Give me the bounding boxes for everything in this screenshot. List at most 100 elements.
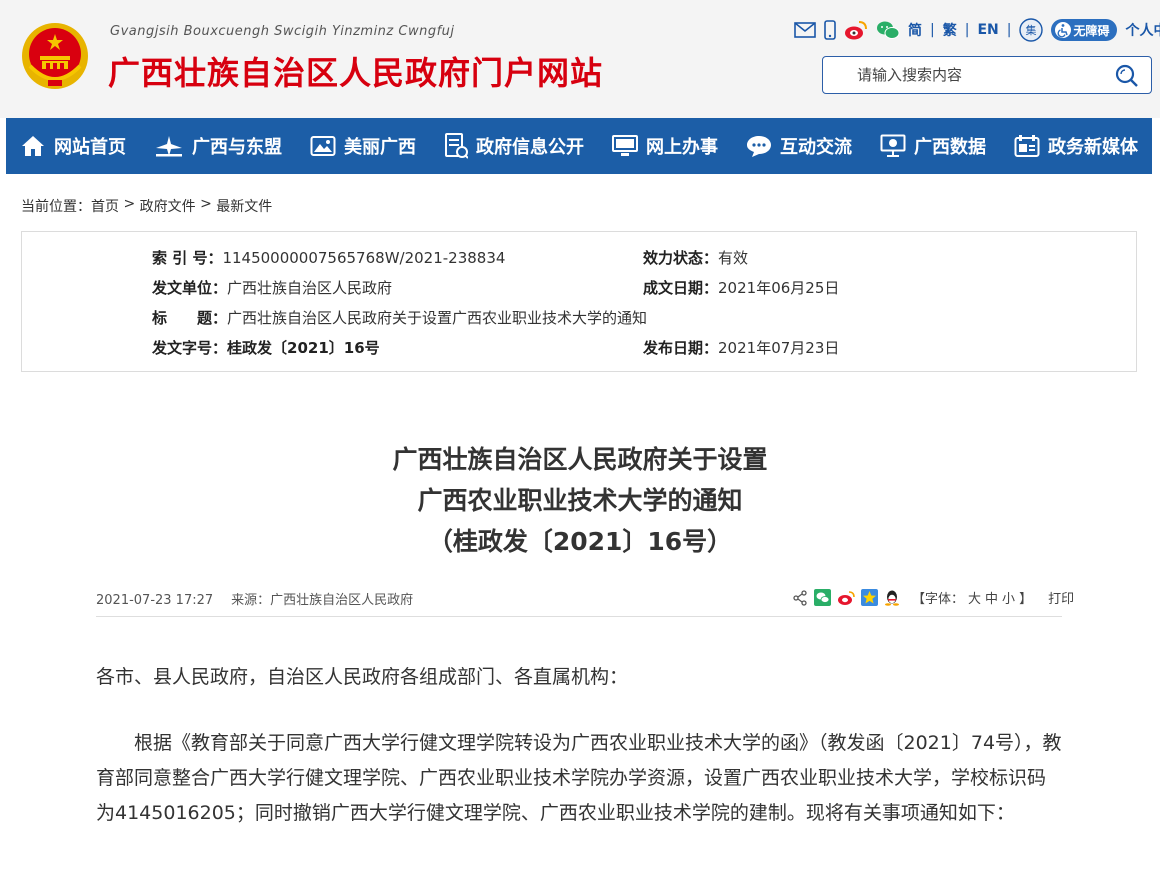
nav-item-online-services[interactable]: 网上办事 [612, 118, 718, 174]
meta-published-label: 发布日期： [643, 339, 718, 357]
monument-icon [154, 134, 184, 158]
font-size-medium[interactable]: 中 [985, 592, 998, 607]
meta-published: 发布日期：2021年07月23日 [643, 337, 839, 358]
lang-english-link[interactable]: EN [977, 22, 998, 38]
svg-text:集: 集 [1026, 23, 1037, 37]
separator: | [930, 22, 935, 38]
mobile-icon[interactable] [824, 20, 836, 40]
meta-issuer-value: 广西壮族自治区人民政府 [227, 279, 392, 297]
doc-info: 2021-07-23 17:27 来源：广西壮族自治区人民政府 [96, 589, 413, 608]
personal-center-link[interactable]: 个人中心 [1125, 20, 1160, 40]
weibo-icon[interactable] [844, 19, 868, 41]
meta-status-value: 有效 [718, 249, 748, 267]
landscape-icon [310, 135, 336, 157]
weibo-share-icon[interactable] [837, 590, 855, 606]
data-screen-icon [880, 134, 906, 158]
nav-item-asean[interactable]: 广西与东盟 [154, 118, 282, 174]
font-size-label: 【字体： [912, 592, 964, 607]
site-subtitle: Gvangjsih Bouxcuengh Swcigih Yinzminz Cw… [110, 24, 455, 39]
separator: | [965, 22, 970, 38]
meta-docno-label: 发文字号： [152, 339, 227, 357]
meta-index: 索 引 号：11450000007565768W/2021-238834 [152, 247, 505, 268]
nav-label: 政务新媒体 [1048, 133, 1138, 159]
meta-issuer-label: 发文单位： [152, 279, 227, 297]
search-icon[interactable] [1113, 62, 1141, 90]
nav-item-home[interactable]: 网站首页 [20, 118, 126, 174]
national-emblem-icon [20, 20, 90, 92]
search-box [822, 56, 1152, 94]
doc-title-line-2: 广西农业职业技术大学的通知 [0, 481, 1160, 517]
doc-title-line-3: （桂政发〔2021〕16号） [0, 522, 1160, 558]
meta-index-value: 11450000007565768W/2021-238834 [222, 249, 505, 267]
qzone-share-icon[interactable] [861, 589, 878, 606]
lang-traditional-link[interactable]: 繁 [943, 20, 957, 40]
meta-created-label: 成文日期： [643, 279, 718, 297]
nav-item-new-media[interactable]: 政务新媒体 [1014, 118, 1138, 174]
share-icon[interactable] [792, 590, 808, 606]
collection-icon[interactable]: 集 [1019, 18, 1043, 42]
meta-created: 成文日期：2021年06月25日 [643, 277, 839, 298]
search-input[interactable] [835, 63, 1105, 87]
meta-title: 标 题：广西壮族自治区人民政府关于设置广西农业职业技术大学的通知 [152, 307, 647, 328]
doc-title-line-1: 广西壮族自治区人民政府关于设置 [0, 440, 1160, 476]
meta-docno-value: 桂政发〔2021〕16号 [227, 339, 380, 357]
meta-published-value: 2021年07月23日 [718, 339, 839, 357]
accessibility-button[interactable]: 无障碍 [1051, 19, 1117, 41]
mail-icon[interactable] [794, 22, 816, 38]
breadcrumb-item-home[interactable]: 首页 [91, 196, 119, 216]
wechat-share-icon[interactable] [814, 589, 831, 606]
nav-label: 网站首页 [54, 133, 126, 159]
meta-title-value: 广西壮族自治区人民政府关于设置广西农业职业技术大学的通知 [227, 309, 647, 327]
nav-label: 互动交流 [780, 133, 852, 159]
print-link[interactable]: 打印 [1048, 588, 1074, 607]
breadcrumb-separator: > [119, 196, 140, 216]
wechat-icon[interactable] [876, 20, 900, 40]
meta-status: 效力状态：有效 [643, 247, 748, 268]
meta-created-value: 2021年06月25日 [718, 279, 839, 297]
qq-share-icon[interactable] [884, 589, 900, 606]
nav-label: 美丽广西 [344, 133, 416, 159]
home-icon [20, 134, 46, 158]
nav-item-beautiful-guangxi[interactable]: 美丽广西 [310, 118, 416, 174]
chat-icon [746, 134, 772, 158]
nav-item-interaction[interactable]: 互动交流 [746, 118, 852, 174]
font-size-large[interactable]: 大 [968, 592, 981, 607]
doc-salutation: 各市、县人民政府，自治区人民政府各组成部门、各直属机构： [96, 660, 1062, 695]
site-title[interactable]: 广西壮族自治区人民政府门户网站 [108, 48, 603, 94]
top-links: 简 | 繁 | EN | 集 无障碍 个人中心 [794, 17, 1160, 43]
breadcrumb-item-latest[interactable]: 最新文件 [216, 196, 272, 216]
breadcrumb-prefix: 当前位置： [21, 196, 91, 216]
nav-item-guangxi-data[interactable]: 广西数据 [880, 118, 986, 174]
media-icon [1014, 134, 1040, 158]
breadcrumb-separator: > [196, 196, 217, 216]
meta-index-label: 索 引 号： [152, 249, 222, 267]
doc-tools: 【字体： 大中小】 打印 [792, 588, 1074, 607]
font-size-end: 】 [1019, 592, 1032, 607]
nav-label: 广西数据 [914, 133, 986, 159]
site-header: Gvangjsih Bouxcuengh Swcigih Yinzminz Cw… [0, 0, 1160, 118]
monitor-icon [612, 135, 638, 157]
font-size-small[interactable]: 小 [1002, 592, 1015, 607]
doc-datetime: 2021-07-23 17:27 [96, 593, 213, 608]
nav-label: 网上办事 [646, 133, 718, 159]
meta-status-label: 效力状态： [643, 249, 718, 267]
divider [96, 616, 1062, 617]
accessibility-label: 无障碍 [1073, 22, 1109, 39]
nav-label: 政府信息公开 [476, 133, 584, 159]
main-nav: 网站首页 广西与东盟 美丽广西 政府信息公开 网上办事 互动交流 广西数据 政务… [6, 118, 1152, 174]
separator: | [1007, 22, 1012, 38]
nav-label: 广西与东盟 [192, 133, 282, 159]
nav-item-gov-info[interactable]: 政府信息公开 [444, 118, 584, 174]
font-size-control: 【字体： 大中小】 [910, 588, 1034, 607]
breadcrumb-item-gov-docs[interactable]: 政府文件 [140, 196, 196, 216]
meta-title-label: 标 题： [152, 309, 227, 327]
document-meta-box: 索 引 号：11450000007565768W/2021-238834 效力状… [21, 231, 1137, 372]
breadcrumb: 当前位置： 首页 > 政府文件 > 最新文件 [21, 196, 272, 216]
document-icon [444, 133, 468, 159]
doc-paragraph-1: 根据《教育部关于同意广西大学行健文理学院转设为广西农业职业技术大学的函》（教发函… [96, 726, 1062, 831]
doc-source: 来源：广西壮族自治区人民政府 [231, 593, 413, 608]
meta-docno: 发文字号：桂政发〔2021〕16号 [152, 337, 380, 358]
wheelchair-icon [1055, 22, 1071, 38]
meta-issuer: 发文单位：广西壮族自治区人民政府 [152, 277, 392, 298]
lang-simplified-link[interactable]: 简 [908, 20, 922, 40]
